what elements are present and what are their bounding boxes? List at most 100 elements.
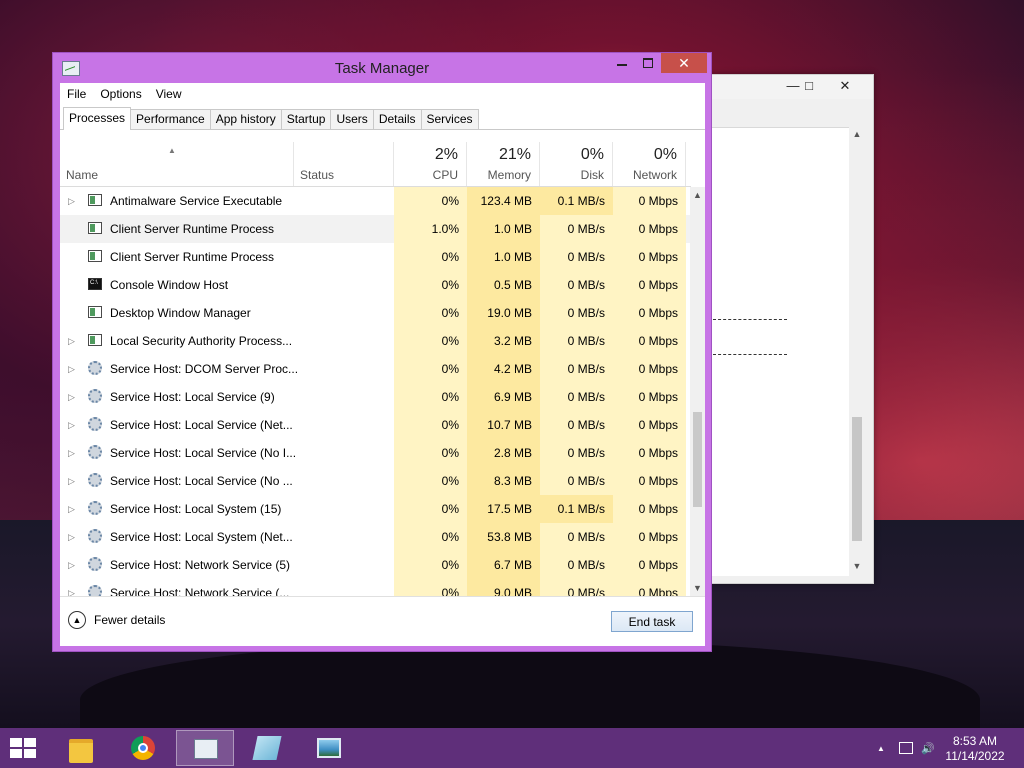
expand-chevron-icon[interactable]: ▷ <box>68 467 75 495</box>
column-network[interactable]: 0% Network <box>613 142 686 186</box>
menu-file[interactable]: File <box>60 87 93 101</box>
close-icon: ✕ <box>678 55 690 71</box>
table-row[interactable]: ▷ Service Host: Local Service (9) 0% 6.9 MB… <box>60 383 691 411</box>
expand-chevron-icon[interactable]: ▷ <box>68 411 75 439</box>
tab-processes[interactable]: Processes <box>63 107 132 130</box>
scroll-down-icon[interactable]: ▼ <box>690 580 705 596</box>
end-task-button[interactable]: End task <box>611 611 693 632</box>
gear-icon <box>88 361 102 375</box>
close-button[interactable]: ✕ <box>661 53 707 73</box>
scrollbar-thumb[interactable] <box>693 412 702 507</box>
table-row[interactable]: ▷ Service Host: Network Service (... 0% 9.0… <box>60 579 691 596</box>
volume-icon[interactable]: 🔊 <box>921 742 935 755</box>
process-name: Service Host: Network Service (... <box>110 586 290 596</box>
table-row[interactable]: ▷ Service Host: DCOM Server Proc... 0% 4.2 … <box>60 355 691 383</box>
background-window-scrollbar[interactable]: ▲ ▼ <box>849 127 865 573</box>
menu-options[interactable]: Options <box>93 87 148 101</box>
process-cpu: 0% <box>394 495 467 523</box>
fewer-details-label: Fewer details <box>94 613 166 627</box>
scroll-up-icon[interactable]: ▲ <box>849 129 865 139</box>
process-disk: 0 MB/s <box>540 383 613 411</box>
fewer-details-button[interactable]: ▲ Fewer details <box>68 611 165 629</box>
table-row[interactable]: Console Window Host 0%0.5 MB0 MB/s0 Mbps <box>60 271 691 299</box>
process-mem: 1.0 MB <box>467 243 540 271</box>
table-row[interactable]: Desktop Window Manager 0% 19.0 MB 0 MB/s 0 M… <box>60 299 691 327</box>
notepad-icon <box>252 736 282 760</box>
scroll-down-icon[interactable]: ▼ <box>849 561 865 571</box>
expand-chevron-icon[interactable]: ▷ <box>68 355 75 383</box>
table-row[interactable]: ▷ Service Host: Network Service (5) 0% 6.7 … <box>60 551 691 579</box>
menu-view[interactable]: View <box>149 87 189 101</box>
background-window[interactable]: — □ ✕ ▲ ▼ <box>708 74 874 584</box>
maximize-button[interactable] <box>635 53 661 73</box>
taskbar-chrome[interactable] <box>114 730 172 766</box>
chevron-up-icon: ▲ <box>68 611 86 629</box>
taskbar: ▲ 🔊 8:53 AM 11/14/2022 <box>0 728 1024 768</box>
gear-icon <box>88 557 102 571</box>
expand-chevron-icon[interactable]: ▷ <box>68 579 75 596</box>
tab-performance[interactable]: Performance <box>130 109 211 129</box>
table-row[interactable]: ▷ Antimalware Service Executable 0% 123.4 M… <box>60 187 691 215</box>
scroll-up-icon[interactable]: ▲ <box>690 187 705 203</box>
table-row[interactable]: Client Server Runtime Process 0% 1.0 MB 0 M… <box>60 243 691 271</box>
tab-services[interactable]: Services <box>420 109 479 129</box>
taskbar-task-manager[interactable] <box>176 730 234 766</box>
expand-chevron-icon[interactable]: ▷ <box>68 383 75 411</box>
tab-details[interactable]: Details <box>372 109 422 129</box>
column-memory[interactable]: 21% Memory <box>467 142 540 186</box>
scrollbar-thumb[interactable] <box>852 417 862 541</box>
tab-app-history[interactable]: App history <box>209 109 282 129</box>
column-status[interactable]: Status <box>294 142 394 186</box>
table-row[interactable]: ▷ Local Security Authority Process... 0% 3.… <box>60 327 691 355</box>
minimize-button[interactable] <box>609 53 635 73</box>
expand-chevron-icon[interactable]: ▷ <box>68 523 75 551</box>
expand-chevron-icon[interactable]: ▷ <box>68 495 75 523</box>
expand-chevron-icon[interactable]: ▷ <box>68 327 75 355</box>
memory-total: 21% <box>498 146 531 163</box>
column-disk[interactable]: 0% Disk <box>540 142 613 186</box>
process-mem: 3.2 MB <box>467 327 540 355</box>
process-disk: 0 MB/s <box>540 243 613 271</box>
close-icon[interactable]: ✕ <box>823 75 867 97</box>
expand-chevron-icon[interactable]: ▷ <box>68 187 75 215</box>
maximize-icon[interactable]: □ <box>795 75 823 97</box>
task-manager-window[interactable]: Task Manager ✕ File Options View Process… <box>52 52 712 652</box>
gear-icon <box>88 585 102 596</box>
window-icon <box>88 222 102 234</box>
table-row[interactable]: ▷ Service Host: Local System (Net... 0% 53.… <box>60 523 691 551</box>
title-bar[interactable]: Task Manager ✕ <box>53 53 711 83</box>
chrome-center <box>138 743 148 753</box>
process-name: Service Host: Local Service (9) <box>110 390 275 404</box>
task-manager-icon <box>194 739 218 759</box>
taskbar-image-viewer[interactable] <box>300 730 358 766</box>
table-row[interactable]: ▷ Service Host: Local Service (Net... 0% 10… <box>60 411 691 439</box>
background-window-titlebar[interactable]: — □ ✕ <box>709 75 873 99</box>
taskbar-file-explorer[interactable] <box>52 730 110 766</box>
network-icon[interactable] <box>899 742 913 754</box>
column-cpu[interactable]: 2% CPU <box>394 142 467 186</box>
column-name[interactable]: ▲ Name <box>60 142 294 186</box>
expand-chevron-icon[interactable]: ▷ <box>68 551 75 579</box>
clock[interactable]: 8:53 AM 11/14/2022 <box>940 734 1010 764</box>
tab-startup[interactable]: Startup <box>280 109 332 129</box>
window-icon <box>88 194 102 206</box>
process-name: Service Host: Local Service (No ... <box>110 474 293 488</box>
expand-chevron-icon[interactable]: ▷ <box>68 439 75 467</box>
process-list-scrollbar[interactable]: ▲ ▼ <box>690 187 705 596</box>
footer: ▲ Fewer details End task <box>60 596 705 646</box>
start-button[interactable] <box>10 738 38 760</box>
tab-users[interactable]: Users <box>330 109 374 129</box>
table-row[interactable]: Client Server Runtime Process 1.0% 1.0 MB 0… <box>60 215 691 243</box>
process-mem: 2.8 MB <box>467 439 540 467</box>
show-hidden-icons-icon[interactable]: ▲ <box>877 744 885 753</box>
process-net: 0 Mbps <box>613 411 686 439</box>
memory-label: Memory <box>487 168 531 182</box>
cpu-label: CPU <box>432 168 458 182</box>
table-row[interactable]: ▷ Service Host: Local Service (No I... 0% 2… <box>60 439 691 467</box>
table-row[interactable]: ▷ Service Host: Local Service (No ... 0% 8.… <box>60 467 691 495</box>
table-row[interactable]: ▷ Service Host: Local System (15) 0% 17.5 M… <box>60 495 691 523</box>
taskbar-notepad[interactable] <box>238 730 296 766</box>
process-cpu: 0% <box>394 467 467 495</box>
gear-icon <box>88 445 102 459</box>
window-icon <box>88 334 102 346</box>
